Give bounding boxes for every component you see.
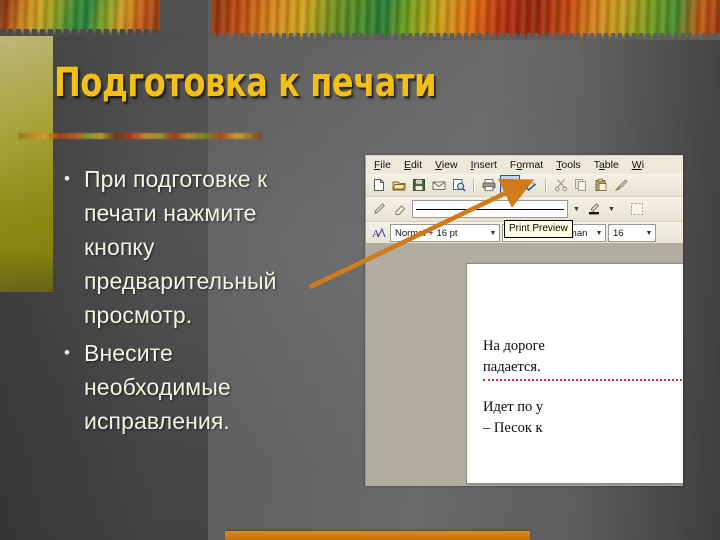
word-drawing-toolbar: ▼ ▼ xyxy=(366,197,683,222)
bullet-list: • При подготовке к печати нажмите кнопку… xyxy=(62,162,322,442)
cut-scissors-icon[interactable] xyxy=(552,176,570,194)
eraser-icon[interactable] xyxy=(391,200,409,218)
menu-item-table[interactable]: Table xyxy=(594,159,619,171)
toolbar-separator xyxy=(473,178,475,192)
font-name-dropdown-arrow[interactable]: ▼ xyxy=(593,226,605,240)
document-line: Идет по у xyxy=(483,399,544,415)
copy-icon[interactable] xyxy=(572,176,590,194)
list-item: • При подготовке к печати нажмите кнопку… xyxy=(62,162,322,332)
word-application-screenshot: File Edit View Insert Format Tools Table… xyxy=(365,155,683,486)
new-document-icon[interactable] xyxy=(370,176,388,194)
line-style-sample xyxy=(416,208,564,210)
menu-item-view[interactable]: View xyxy=(435,159,458,171)
document-line: – Песок к xyxy=(483,420,543,436)
line-style-preview[interactable] xyxy=(412,200,568,218)
tooltip-print-preview: Print Preview xyxy=(504,220,573,238)
menu-item-file[interactable]: File xyxy=(374,159,391,171)
font-size-dropdown-arrow[interactable]: ▼ xyxy=(643,226,655,240)
paste-icon[interactable] xyxy=(592,176,610,194)
line-style-dropdown-arrow[interactable]: ▼ xyxy=(571,201,582,217)
search-document-icon[interactable] xyxy=(450,176,468,194)
document-blank-line xyxy=(483,381,683,397)
word-menu-bar: File Edit View Insert Format Tools Table… xyxy=(366,156,683,174)
print-icon[interactable] xyxy=(480,176,498,194)
title-decorative-rule xyxy=(18,133,262,139)
menu-item-insert[interactable]: Insert xyxy=(471,159,497,171)
svg-text:A: A xyxy=(372,228,380,240)
bullet-marker: • xyxy=(64,169,70,188)
table-grid-icon[interactable] xyxy=(628,200,646,218)
font-size-combobox[interactable]: 16 ▼ xyxy=(608,224,656,242)
decorative-band-left xyxy=(0,0,160,36)
decorative-olive-panel xyxy=(0,0,53,292)
bullet-text: Внесите необходимые исправления. xyxy=(84,340,231,434)
toolbar-separator xyxy=(545,178,547,192)
menu-item-tools[interactable]: Tools xyxy=(556,159,581,171)
page-title: Подготовка к печати xyxy=(54,60,437,106)
band-texture xyxy=(212,0,720,40)
save-icon[interactable] xyxy=(410,176,428,194)
list-item: • Внесите необходимые исправления. xyxy=(62,336,322,438)
menu-item-window[interactable]: Wi xyxy=(632,159,644,171)
bullet-text: При подготовке к печати нажмите кнопку п… xyxy=(84,166,277,328)
bottom-accent-bar xyxy=(225,531,530,540)
presentation-slide: Подготовка к печати • При подготовке к п… xyxy=(0,0,720,540)
bullet-marker: • xyxy=(64,343,70,362)
font-size-value: 16 xyxy=(613,227,624,239)
open-folder-icon[interactable] xyxy=(390,176,408,194)
highlight-color-dropdown-arrow[interactable]: ▼ xyxy=(606,201,617,217)
spelling-check-icon[interactable]: ABC xyxy=(522,176,540,194)
menu-item-format[interactable]: Format xyxy=(510,159,543,171)
word-standard-toolbar: ABC xyxy=(366,174,683,197)
pen-icon[interactable] xyxy=(370,200,388,218)
style-value: Normal + 16 pt xyxy=(395,227,458,239)
style-icon[interactable]: A xyxy=(370,224,388,242)
document-body-text[interactable]: На дороге падается. Идет по у – Песок к xyxy=(483,336,683,439)
word-document-workspace[interactable]: На дороге падается. Идет по у – Песок к xyxy=(366,243,683,486)
highlight-color-icon[interactable] xyxy=(585,200,603,218)
format-painter-icon[interactable] xyxy=(612,176,630,194)
word-document-page[interactable]: На дороге падается. Идет по у – Песок к xyxy=(466,263,683,484)
band-texture xyxy=(0,0,160,36)
menu-item-edit[interactable]: Edit xyxy=(404,159,422,171)
style-combobox[interactable]: Normal + 16 pt ▼ xyxy=(390,224,500,242)
document-line: На дороге xyxy=(483,338,545,354)
print-preview-icon[interactable] xyxy=(500,175,520,195)
decorative-band-right xyxy=(212,0,720,40)
style-dropdown-arrow[interactable]: ▼ xyxy=(487,226,499,240)
document-line: падается. xyxy=(483,357,683,381)
mail-icon[interactable] xyxy=(430,176,448,194)
